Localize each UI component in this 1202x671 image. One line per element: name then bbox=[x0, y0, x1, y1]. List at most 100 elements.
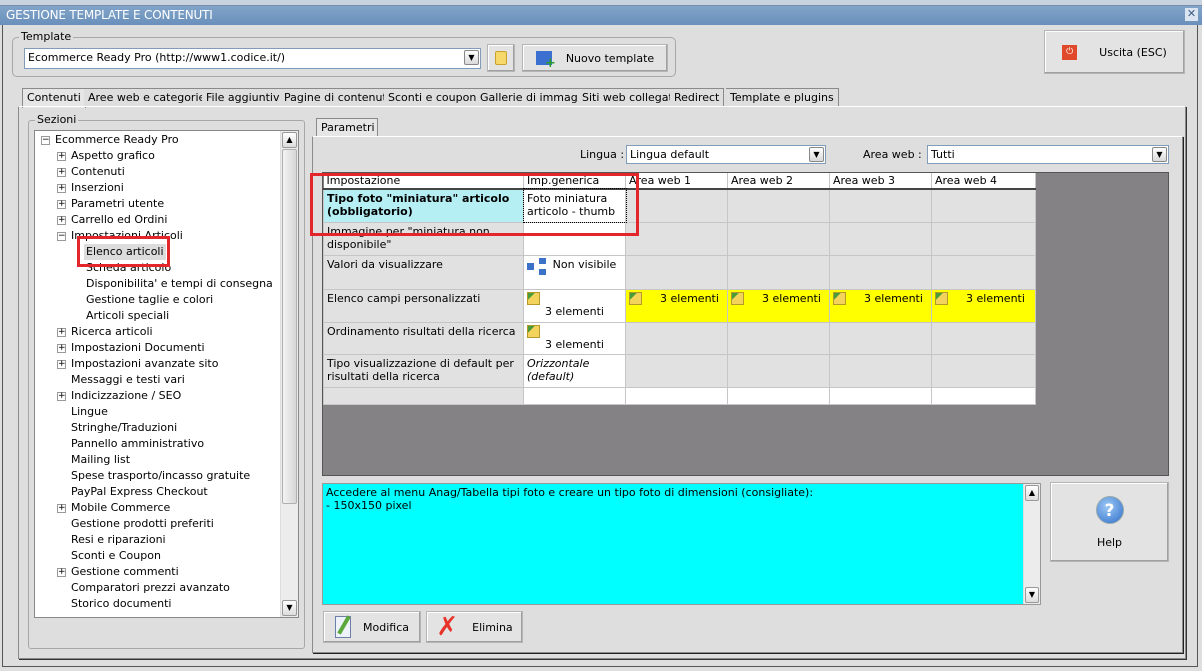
expand-icon[interactable]: + bbox=[57, 184, 66, 193]
tab-contenuti[interactable]: Contenuti bbox=[22, 88, 86, 108]
tree-item[interactable]: Ricerca articoli bbox=[69, 324, 155, 340]
tree-item[interactable]: Gestione taglie e colori bbox=[84, 292, 215, 308]
generic-value[interactable]: Non visibile bbox=[523, 254, 626, 290]
column-header[interactable]: Area web 2 bbox=[727, 173, 830, 190]
tab-redirect[interactable]: Redirect bbox=[670, 88, 725, 107]
chevron-down-icon[interactable]: ▼ bbox=[464, 50, 479, 65]
setting-name[interactable] bbox=[323, 386, 524, 405]
scroll-up-icon[interactable]: ▲ bbox=[282, 132, 297, 148]
tab-siti-web-collegati[interactable]: Siti web collegati bbox=[578, 88, 681, 107]
collapse-icon[interactable]: − bbox=[57, 232, 66, 241]
area-web-4-value[interactable] bbox=[931, 386, 1036, 405]
area-web-4-value[interactable] bbox=[931, 254, 1036, 290]
table-row[interactable]: Elenco campi personalizzati 3 elementi 3 e… bbox=[323, 288, 1036, 323]
area-web-2-value[interactable] bbox=[727, 353, 830, 388]
description-box[interactable]: Accedere al menu Anag/Tabella tipi foto … bbox=[322, 483, 1041, 605]
tree-item[interactable]: Comparatori prezzi avanzato bbox=[69, 580, 232, 596]
tab-file-aggiuntivi[interactable]: File aggiuntivi bbox=[202, 88, 288, 107]
area-web-4-value[interactable] bbox=[931, 353, 1036, 388]
setting-name[interactable]: Ordinamento risultati della ricerca bbox=[323, 321, 524, 355]
generic-value[interactable]: 3 elementi bbox=[523, 288, 626, 323]
expand-icon[interactable]: + bbox=[57, 504, 66, 513]
tree-item[interactable]: Pannello amministrativo bbox=[69, 436, 206, 452]
column-header[interactable]: Area web 4 bbox=[931, 173, 1036, 190]
tree-item[interactable]: Inserzioni bbox=[69, 180, 126, 196]
area-web-1-value[interactable] bbox=[625, 321, 728, 355]
tree-item[interactable]: Messaggi e testi vari bbox=[69, 372, 187, 388]
scroll-up-icon[interactable]: ▲ bbox=[1025, 485, 1039, 501]
expand-icon[interactable]: + bbox=[57, 392, 66, 401]
area-web-1-value[interactable]: 3 elementi bbox=[625, 288, 728, 323]
expand-icon[interactable]: + bbox=[57, 568, 66, 577]
lingua-select[interactable]: Lingua default ▼ bbox=[626, 145, 826, 164]
tree-item[interactable]: Articoli speciali bbox=[84, 308, 171, 324]
collapse-icon[interactable]: − bbox=[41, 136, 50, 145]
area-web-3-value[interactable]: 3 elementi bbox=[829, 288, 932, 323]
area-web-select[interactable]: Tutti ▼ bbox=[927, 145, 1169, 164]
area-web-3-value[interactable] bbox=[829, 254, 932, 290]
area-web-1-value[interactable] bbox=[625, 353, 728, 388]
tree-scrollbar[interactable]: ▲ ▼ bbox=[280, 131, 298, 617]
area-web-1-value[interactable] bbox=[625, 188, 728, 223]
tree-item[interactable]: Gestione prodotti preferiti bbox=[69, 516, 216, 532]
scroll-down-icon[interactable]: ▼ bbox=[282, 600, 297, 616]
table-row[interactable]: Valori da visualizzare Non visibile bbox=[323, 254, 1036, 290]
tree-item[interactable]: Spese trasporto/incasso gratuite bbox=[69, 468, 252, 484]
area-web-3-value[interactable] bbox=[829, 353, 932, 388]
column-header[interactable]: Area web 1 bbox=[625, 173, 728, 190]
area-web-1-value[interactable] bbox=[625, 386, 728, 405]
area-web-3-value[interactable] bbox=[829, 386, 932, 405]
area-web-1-value[interactable] bbox=[625, 254, 728, 290]
tab-parametri[interactable]: Parametri bbox=[316, 118, 378, 137]
help-button[interactable]: ? Help bbox=[1050, 482, 1169, 562]
tree-item[interactable]: Mailing list bbox=[69, 452, 132, 468]
area-web-2-value[interactable] bbox=[727, 254, 830, 290]
area-web-4-value[interactable] bbox=[931, 221, 1036, 256]
tree-item[interactable]: Sconti e Coupon bbox=[69, 548, 163, 564]
tree-item[interactable]: Contenuti bbox=[69, 164, 127, 180]
expand-icon[interactable]: + bbox=[57, 152, 66, 161]
description-scrollbar[interactable]: ▲ ▼ bbox=[1023, 484, 1040, 604]
scroll-thumb[interactable] bbox=[282, 149, 297, 504]
column-header[interactable]: Area web 3 bbox=[829, 173, 932, 190]
expand-icon[interactable]: + bbox=[57, 200, 66, 209]
setting-name[interactable]: Valori da visualizzare bbox=[323, 254, 524, 290]
open-folder-button[interactable] bbox=[487, 44, 515, 72]
area-web-1-value[interactable] bbox=[625, 221, 728, 256]
expand-icon[interactable]: + bbox=[57, 168, 66, 177]
tree-item[interactable]: Storico documenti bbox=[69, 596, 173, 612]
scroll-down-icon[interactable]: ▼ bbox=[1025, 587, 1039, 603]
area-web-4-value[interactable] bbox=[931, 188, 1036, 223]
tree-item[interactable]: PayPal Express Checkout bbox=[69, 484, 210, 500]
tree-item[interactable]: Indicizzazione / SEO bbox=[69, 388, 183, 404]
exit-button[interactable]: ⏻ Uscita (ESC) bbox=[1044, 30, 1185, 74]
area-web-3-value[interactable] bbox=[829, 188, 932, 223]
table-row[interactable]: Ordinamento risultati della ricerca 3 ele… bbox=[323, 321, 1036, 355]
expand-icon[interactable]: + bbox=[57, 328, 66, 337]
tree-item[interactable]: Resi e riparazioni bbox=[69, 532, 168, 548]
tab-aree-web-e-categorie[interactable]: Aree web e categorie bbox=[84, 88, 211, 107]
tree-item[interactable]: Impostazioni Documenti bbox=[69, 340, 207, 356]
tree-item[interactable]: Gestione commenti bbox=[69, 564, 181, 580]
chevron-down-icon[interactable]: ▼ bbox=[1152, 147, 1167, 162]
expand-icon[interactable]: + bbox=[57, 344, 66, 353]
tree-item[interactable]: Impostazioni avanzate sito bbox=[69, 356, 220, 372]
expand-icon[interactable]: + bbox=[57, 360, 66, 369]
tree-item[interactable]: Mobile Commerce bbox=[69, 500, 172, 516]
modify-button[interactable]: Modifica bbox=[323, 611, 421, 643]
area-web-2-value[interactable] bbox=[727, 321, 830, 355]
tree-item[interactable]: Stringhe/Traduzioni bbox=[69, 420, 179, 436]
expand-icon[interactable]: + bbox=[57, 216, 66, 225]
setting-name[interactable]: Tipo visualizzazione di default per risu… bbox=[323, 353, 524, 388]
area-web-2-value[interactable] bbox=[727, 188, 830, 223]
area-web-4-value[interactable] bbox=[931, 321, 1036, 355]
new-template-button[interactable]: + Nuovo template bbox=[522, 44, 668, 72]
tree-item[interactable]: Carrello ed Ordini bbox=[69, 212, 169, 228]
chevron-down-icon[interactable]: ▼ bbox=[809, 147, 824, 162]
tab-template-e-plugins[interactable]: Template e plugins bbox=[726, 88, 839, 107]
area-web-3-value[interactable] bbox=[829, 221, 932, 256]
area-web-2-value[interactable] bbox=[727, 386, 830, 405]
table-row[interactable] bbox=[323, 386, 1036, 405]
tree-item[interactable]: Aspetto grafico bbox=[69, 148, 157, 164]
area-web-4-value[interactable]: 3 elementi bbox=[931, 288, 1036, 323]
